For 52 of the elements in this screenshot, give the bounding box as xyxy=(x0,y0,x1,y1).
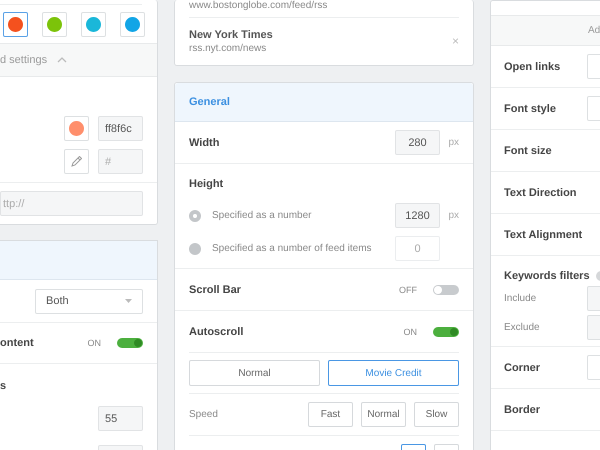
setting-label: s xyxy=(0,380,8,392)
feed-url: rss.nyt.com/news xyxy=(189,42,268,54)
section-label: Ad xyxy=(588,25,600,36)
feed-name: New York Times xyxy=(189,28,274,40)
hex-field[interactable]: ff8f6c xyxy=(98,116,143,141)
setting-label: Autoscroll xyxy=(189,326,244,338)
feed-url: www.bostonglobe.com/feed/rss xyxy=(189,0,459,18)
speed-button[interactable]: Fast xyxy=(308,402,353,427)
setting-label: Text Alignment xyxy=(504,228,584,240)
number-field[interactable]: 1280 xyxy=(395,203,440,228)
section-label: d settings xyxy=(0,54,48,66)
unit-label: px xyxy=(447,210,459,221)
mode-button[interactable]: Movie Credit xyxy=(328,360,459,386)
toggle-state-label: ON xyxy=(404,326,417,336)
toggle-switch[interactable] xyxy=(117,338,143,348)
color-swatch[interactable] xyxy=(3,12,28,37)
setting-label: ontent xyxy=(0,337,35,349)
setting-label: Border xyxy=(504,404,542,416)
filter-label: Exclude xyxy=(504,322,541,333)
color-picker-button[interactable] xyxy=(64,116,89,141)
option-label: Specified as a number xyxy=(212,210,313,221)
speed-button[interactable]: Normal xyxy=(361,402,406,427)
setting-label: Scroll Bar xyxy=(189,284,242,296)
eyedropper-icon xyxy=(71,156,82,167)
setting-label: Font style xyxy=(504,102,557,114)
toggle-state-label: OFF xyxy=(399,284,417,294)
section-title: General xyxy=(189,96,230,108)
setting-label: Text Direction xyxy=(504,186,578,198)
setting-label: Width xyxy=(189,136,220,148)
caret-icon xyxy=(125,299,132,303)
radio-button[interactable] xyxy=(189,210,201,222)
toggle-switch[interactable] xyxy=(433,284,459,294)
speed-button[interactable]: Slow xyxy=(414,402,459,427)
hex-field[interactable]: # xyxy=(98,149,143,174)
option-label: Specified as a number of feed items xyxy=(212,243,373,254)
setting-label: Keywords filters xyxy=(504,270,590,282)
eyedropper-button[interactable] xyxy=(64,149,89,174)
setting-label: Speed xyxy=(189,409,219,420)
setting-label: Corner xyxy=(504,362,542,374)
chevron-up-icon xyxy=(57,57,68,63)
number-field[interactable]: 55 xyxy=(98,406,143,431)
mode-button[interactable]: Normal xyxy=(189,360,320,386)
toggle-state-label: ON xyxy=(88,338,101,348)
unit-label: px xyxy=(447,137,459,148)
dropdown[interactable]: Both xyxy=(35,288,143,314)
url-field[interactable]: ttp:// xyxy=(0,191,143,216)
toggle-switch[interactable] xyxy=(433,326,459,336)
setting-label: Font size xyxy=(504,144,553,156)
number-field[interactable]: 280 xyxy=(395,130,440,155)
setting-label: Open links xyxy=(504,60,562,72)
setting-label: Height xyxy=(189,178,224,190)
filter-label: Include xyxy=(504,293,538,304)
